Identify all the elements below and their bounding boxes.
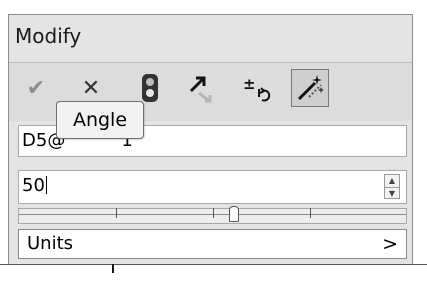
- slider-tick: [213, 208, 214, 218]
- angle-slider[interactable]: [18, 206, 407, 224]
- units-row[interactable]: Units >: [18, 229, 407, 259]
- traffic-light-icon: [141, 73, 159, 103]
- divider-line: [0, 264, 427, 265]
- spin-down-icon[interactable]: ▼: [385, 186, 399, 200]
- spin-up-icon[interactable]: ▲: [385, 175, 399, 187]
- divider-tick: [112, 264, 114, 273]
- close-icon: ✕: [81, 75, 101, 101]
- accept-button[interactable]: ✔: [17, 69, 55, 107]
- angle-input[interactable]: 50 ▲ ▼: [18, 170, 407, 204]
- angle-spinner[interactable]: ▲ ▼: [384, 174, 400, 199]
- units-label: Units: [27, 233, 74, 254]
- angle-tooltip: Angle: [56, 101, 144, 139]
- magic-wand-button[interactable]: [291, 69, 329, 107]
- check-icon: ✔: [26, 75, 46, 101]
- magic-wand-icon: [295, 73, 325, 103]
- modify-panel: Modify ✔ ✕ ± I D5@ 1 50 ▲ ▼ Units >: [8, 14, 413, 265]
- tolerance-button[interactable]: ± I: [238, 69, 276, 107]
- chevron-right-icon: >: [382, 233, 398, 255]
- arrow-icon: [185, 73, 215, 103]
- panel-title: Modify: [15, 24, 82, 48]
- text-cursor: [45, 176, 47, 194]
- reverse-direction-button[interactable]: [181, 69, 219, 107]
- angle-value: 50: [22, 175, 45, 196]
- slider-tick: [116, 208, 117, 218]
- slider-tick: [310, 208, 311, 218]
- svg-text:±: ±: [243, 75, 256, 93]
- plus-minus-undo-icon: ± I: [241, 73, 273, 103]
- slider-thumb[interactable]: [229, 206, 239, 222]
